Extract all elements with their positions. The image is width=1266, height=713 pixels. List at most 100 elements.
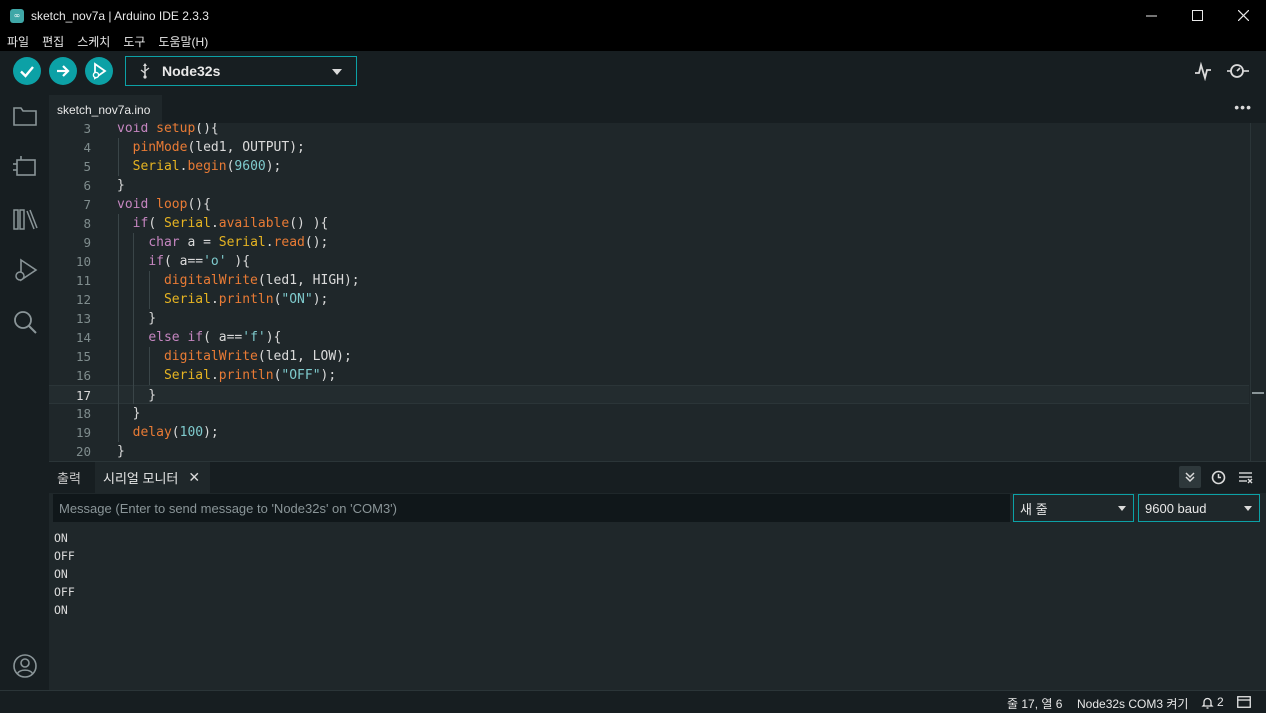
- title-bar: ∞ sketch_nov7a | Arduino IDE 2.3.3: [0, 0, 1266, 31]
- sketchbook-button[interactable]: [12, 103, 38, 129]
- menu-bar: 파일 편집 스케치 도구 도움말(H): [0, 31, 1266, 51]
- code-line: 16 Serial.println("OFF");: [75, 368, 337, 383]
- indent-guide: [118, 138, 119, 176]
- more-actions-icon[interactable]: •••: [1234, 99, 1252, 115]
- debug-button[interactable]: [85, 57, 113, 85]
- code-line: 4 pinMode(led1, OUTPUT);: [83, 140, 305, 155]
- serial-output-line: OFF: [54, 585, 75, 599]
- serial-output-line: ON: [54, 603, 68, 617]
- checkmark-icon: [20, 66, 34, 78]
- serial-plotter-button[interactable]: [1191, 59, 1215, 83]
- code-line: 13 }: [75, 311, 157, 326]
- notifications-button[interactable]: 2: [1201, 695, 1224, 709]
- bottom-panel: 출력 시리얼 모니터 ✕ 새 줄 9600 baud ON OFF ON OFF…: [49, 461, 1266, 690]
- chevron-down-icon: [332, 69, 342, 75]
- code-line: 3 void setup(){: [83, 123, 219, 136]
- arrow-right-icon: [57, 65, 70, 77]
- timestamp-button[interactable]: [1207, 466, 1229, 488]
- menu-sketch[interactable]: 스케치: [77, 33, 110, 50]
- baud-rate-select[interactable]: 9600 baud: [1138, 494, 1260, 522]
- library-icon: [13, 209, 38, 230]
- editor-scrollbar[interactable]: [1250, 123, 1266, 461]
- account-button[interactable]: [12, 653, 38, 679]
- code-line: 20}: [75, 444, 125, 459]
- code-line: 19 delay(100);: [75, 425, 219, 440]
- close-tab-icon[interactable]: ✕: [188, 470, 200, 486]
- clock-icon: [1211, 470, 1225, 484]
- code-line: 7 void loop(){: [83, 197, 211, 212]
- cursor-position[interactable]: 줄 17, 열 6: [1007, 695, 1062, 712]
- boards-manager-button[interactable]: [12, 154, 38, 180]
- autoscroll-button[interactable]: [1179, 466, 1201, 488]
- clear-output-button[interactable]: [1234, 466, 1256, 488]
- menu-file[interactable]: 파일: [7, 33, 29, 50]
- tab-output[interactable]: 출력: [57, 462, 81, 493]
- account-icon: [13, 654, 37, 678]
- tab-serial-monitor[interactable]: 시리얼 모니터 ✕: [95, 462, 211, 493]
- indent-guide: [149, 271, 150, 309]
- code-line: 9 char a = Serial.read();: [83, 235, 329, 250]
- indent-guide: [149, 347, 150, 385]
- editor-tab-bar: sketch_nov7a.ino •••: [49, 91, 1266, 123]
- code-line: 12 Serial.println("ON");: [75, 292, 329, 307]
- code-line: 14 else if( a=='f'){: [75, 330, 282, 345]
- menu-edit[interactable]: 편집: [42, 33, 64, 50]
- minimize-button[interactable]: [1128, 0, 1174, 31]
- code-line: 18 }: [75, 406, 141, 421]
- menu-help[interactable]: 도움말(H): [158, 33, 208, 50]
- code-line: 8 if( Serial.available() ){: [83, 216, 329, 231]
- tab-label: sketch_nov7a.ino: [57, 102, 151, 117]
- search-button[interactable]: [12, 309, 38, 335]
- line-ending-select[interactable]: 새 줄: [1013, 494, 1134, 522]
- close-icon: [1237, 10, 1249, 21]
- serial-output-line: ON: [54, 531, 68, 545]
- scroll-cursor-marker: [1252, 392, 1264, 394]
- maximize-icon: [1191, 10, 1203, 21]
- status-bar: 줄 17, 열 6 Node32s COM3 켜기 2: [0, 690, 1266, 713]
- code-line: 10 if( a=='o' ){: [75, 254, 251, 269]
- bell-icon: [1201, 697, 1214, 709]
- usb-icon: [138, 63, 152, 79]
- upload-button[interactable]: [49, 57, 77, 85]
- serial-monitor-icon: [1227, 64, 1249, 78]
- minimize-icon: [1145, 15, 1157, 17]
- serial-output: ON OFF ON OFF ON: [54, 529, 75, 619]
- serial-output-line: ON: [54, 567, 68, 581]
- maximize-button[interactable]: [1174, 0, 1220, 31]
- toolbar: Node32s: [0, 51, 1266, 91]
- code-line: 5 Serial.begin(9600);: [83, 159, 282, 174]
- toggle-panel-button[interactable]: [1237, 696, 1251, 711]
- tab-sketch-file[interactable]: sketch_nov7a.ino: [49, 95, 163, 123]
- notification-count: 2: [1217, 695, 1224, 709]
- indent-guide: [118, 214, 119, 442]
- serial-message-input[interactable]: [53, 494, 1010, 522]
- board-port-status[interactable]: Node32s COM3 켜기: [1077, 695, 1188, 712]
- debug-play-icon: [92, 62, 107, 80]
- code-editor[interactable]: 3 void setup(){ 4 pinMode(led1, OUTPUT); …: [49, 123, 1266, 461]
- serial-monitor-button[interactable]: [1226, 59, 1250, 83]
- indent-guide: [133, 233, 134, 404]
- code-line: 6}: [83, 178, 125, 193]
- verify-button[interactable]: [13, 57, 41, 85]
- window-title: sketch_nov7a | Arduino IDE 2.3.3: [31, 8, 209, 23]
- search-icon: [14, 311, 37, 334]
- code-line: 11 digitalWrite(led1, HIGH);: [75, 273, 360, 288]
- double-chevron-down-icon: [1185, 472, 1195, 483]
- close-button[interactable]: [1220, 0, 1266, 31]
- board-icon: [13, 156, 36, 176]
- debug-view-button[interactable]: [12, 257, 38, 283]
- activity-bar: [0, 91, 49, 690]
- serial-output-line: OFF: [54, 549, 75, 563]
- library-manager-button[interactable]: [12, 206, 38, 232]
- code-line-current: 17 }: [49, 385, 1249, 404]
- chevron-down-icon: [1244, 506, 1252, 511]
- plotter-icon: [1195, 61, 1211, 81]
- panel-icon: [1237, 696, 1251, 708]
- board-selector[interactable]: Node32s: [125, 56, 357, 86]
- code-line: 15 digitalWrite(led1, LOW);: [75, 349, 352, 364]
- debug-icon: [15, 258, 38, 282]
- panel-tab-bar: 출력 시리얼 모니터 ✕: [49, 462, 1266, 493]
- menu-tools[interactable]: 도구: [123, 33, 145, 50]
- arduino-logo-icon: ∞: [10, 8, 24, 23]
- chevron-down-icon: [1118, 506, 1126, 511]
